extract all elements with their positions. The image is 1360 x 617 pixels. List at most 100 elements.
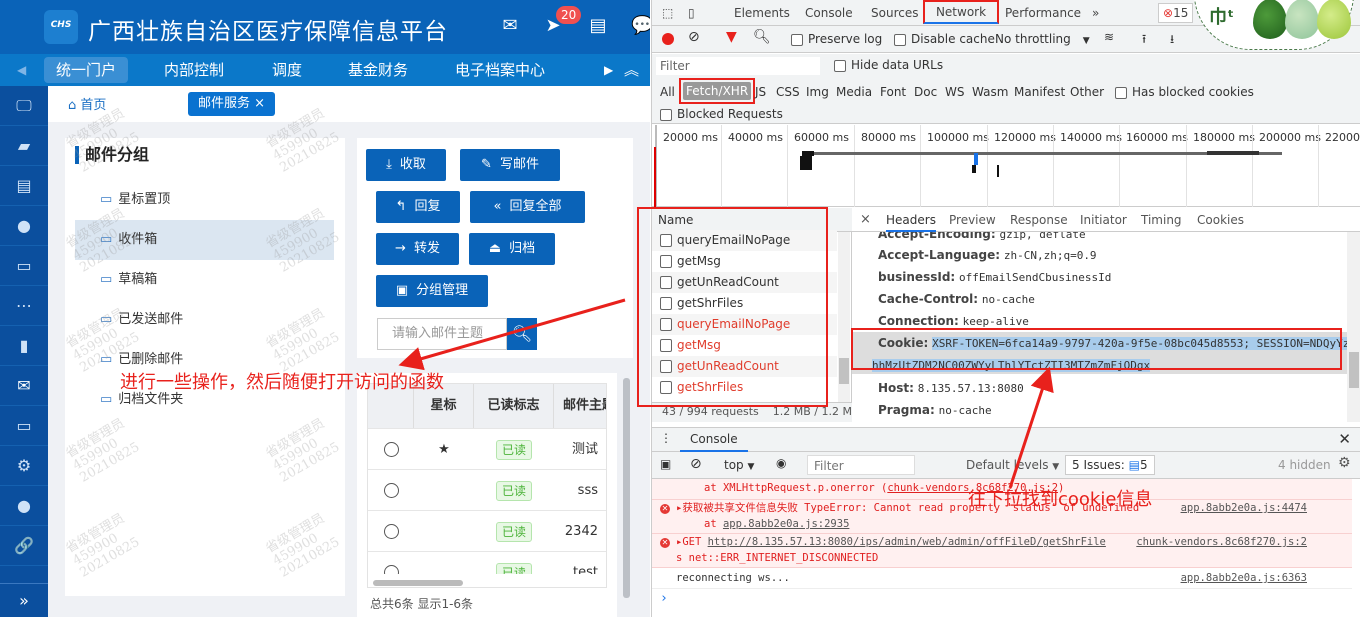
clear-icon[interactable]: ⊘ xyxy=(688,29,700,45)
forward-button[interactable]: → 转发 xyxy=(376,233,459,265)
user-icon[interactable]: ● xyxy=(0,486,48,526)
type-doc[interactable]: Doc xyxy=(914,82,937,102)
star-cell[interactable] xyxy=(414,470,474,511)
nav-item-dispatch[interactable]: 调度 xyxy=(260,57,314,83)
blocked-requests-checkbox[interactable]: Blocked Requests xyxy=(660,104,783,124)
close-drawer-icon[interactable]: ✕ xyxy=(1338,430,1351,448)
console-prompt[interactable]: › xyxy=(652,589,1352,609)
receive-button[interactable]: ⤓ 收取 xyxy=(366,149,446,181)
message-icon[interactable]: ⋯ xyxy=(0,286,48,326)
has-blocked-cookies-checkbox[interactable]: Has blocked cookies xyxy=(1115,82,1254,102)
context-select[interactable]: top ▼ xyxy=(724,458,754,472)
tab-performance[interactable]: Performance xyxy=(1005,0,1081,26)
headers-scrollbar[interactable] xyxy=(1347,232,1360,422)
more-tabs-icon[interactable]: » xyxy=(1092,0,1099,26)
settings-icon[interactable]: ⚙ xyxy=(1338,455,1351,471)
nav-prev-icon[interactable]: ◀ xyxy=(5,57,38,83)
network-conditions-icon[interactable]: ≋ xyxy=(1104,30,1114,44)
table-row[interactable]: 已读 sss xyxy=(368,469,606,511)
mail-icon[interactable]: ✉ xyxy=(0,366,48,406)
console-filter-input[interactable]: Filter xyxy=(807,455,915,475)
mail-icon[interactable]: ✉ xyxy=(499,15,521,37)
subject-search-input[interactable]: 请输入邮件主题 xyxy=(377,318,507,350)
preserve-log-checkbox[interactable]: Preserve log xyxy=(791,32,882,46)
subject-cell[interactable]: 测试 xyxy=(554,429,606,470)
drawer-menu-icon[interactable]: ⋮ xyxy=(660,431,672,445)
subject-cell[interactable]: sss xyxy=(554,470,606,511)
tab-home[interactable]: ⌂ 首页 xyxy=(68,94,106,113)
type-js[interactable]: JS xyxy=(755,82,766,102)
console-error[interactable]: ✕ ▸GET http://8.135.57.13:8080/ips/admin/… xyxy=(652,534,1352,568)
inspect-icon[interactable]: ⬚ xyxy=(662,0,673,26)
type-wasm[interactable]: Wasm xyxy=(972,82,1008,102)
record-button[interactable] xyxy=(662,33,674,45)
tab-elements[interactable]: Elements xyxy=(734,0,790,26)
col-read[interactable]: 已读标志 xyxy=(474,384,554,428)
group-manage-button[interactable]: ▣ 分组管理 xyxy=(376,275,488,307)
table-row[interactable]: 已读 2342 xyxy=(368,510,606,551)
row-radio[interactable] xyxy=(383,524,399,539)
request-list-scrollbar[interactable] xyxy=(838,232,850,408)
folder-inbox[interactable]: ▭ 收件箱 xyxy=(75,220,334,260)
device-toggle-icon[interactable]: ▯ xyxy=(688,0,695,26)
expand-sidebar-icon[interactable]: » xyxy=(0,583,48,617)
folder-icon[interactable]: ▭ xyxy=(0,246,48,286)
collapse-icon[interactable]: ︽ xyxy=(612,57,650,83)
row-radio[interactable] xyxy=(383,483,399,498)
hide-data-urls-checkbox[interactable]: Hide data URLs xyxy=(834,58,943,72)
compose-button[interactable]: ✎ 写邮件 xyxy=(460,149,560,181)
type-manifest[interactable]: Manifest xyxy=(1014,82,1065,102)
export-har-icon[interactable]: ⭳ xyxy=(1170,30,1174,51)
nav-item-archive-center[interactable]: 电子档案中心 xyxy=(443,57,557,83)
tab-response[interactable]: Response xyxy=(1010,208,1068,232)
search-icon[interactable]: 🔍︎ xyxy=(753,29,771,45)
close-detail-icon[interactable]: × xyxy=(860,208,871,232)
star-icon[interactable]: ★ xyxy=(414,429,474,470)
book-icon[interactable]: ▮ xyxy=(0,326,48,366)
error-counter[interactable]: ⊗15 xyxy=(1158,3,1194,23)
settings-icon[interactable]: ⚙ xyxy=(0,446,48,486)
folder-starred[interactable]: ▭ 星标置顶 xyxy=(75,180,334,220)
tab-timing[interactable]: Timing xyxy=(1141,208,1182,232)
sidebar-toggle-icon[interactable]: ▣ xyxy=(660,457,671,471)
type-media[interactable]: Media xyxy=(836,82,872,102)
search-button[interactable]: 🔍︎ xyxy=(507,318,537,350)
folder-icon[interactable]: ▭ xyxy=(0,406,48,446)
import-har-icon[interactable]: ⭱ xyxy=(1142,30,1146,51)
folder-sent[interactable]: ▭ 已发送邮件 xyxy=(75,300,334,340)
type-other[interactable]: Other xyxy=(1070,82,1104,102)
tab-network[interactable]: Network xyxy=(923,0,999,24)
tab-headers[interactable]: Headers xyxy=(886,208,936,232)
archive-button[interactable]: ⏏ 归档 xyxy=(469,233,555,265)
type-img[interactable]: Img xyxy=(806,82,829,102)
close-icon[interactable]: × xyxy=(254,96,265,111)
row-radio[interactable] xyxy=(383,442,399,457)
filter-icon[interactable]: ▼ xyxy=(726,29,737,45)
network-filter-input[interactable]: Filter xyxy=(656,57,820,75)
type-font[interactable]: Font xyxy=(880,82,906,102)
page-scrollbar[interactable] xyxy=(623,378,630,598)
live-expression-icon[interactable]: ◉ xyxy=(776,456,786,470)
reply-all-button[interactable]: «回复全部 xyxy=(470,191,585,223)
col-subject[interactable]: 邮件主题 xyxy=(554,384,606,428)
tab-cookies[interactable]: Cookies xyxy=(1197,208,1244,232)
type-all[interactable]: All xyxy=(660,82,675,102)
tab-preview[interactable]: Preview xyxy=(949,208,996,232)
document-icon[interactable]: ▤ xyxy=(587,15,609,37)
tab-console-drawer[interactable]: Console xyxy=(680,428,748,452)
clear-console-icon[interactable]: ⊘ xyxy=(690,456,702,472)
link-icon[interactable]: 🔗 xyxy=(0,526,48,566)
tab-console[interactable]: Console xyxy=(805,0,853,26)
tab-sources[interactable]: Sources xyxy=(871,0,918,26)
reply-button[interactable]: ↰ 回复 xyxy=(376,191,460,223)
tab-mail-service[interactable]: 邮件服务 × xyxy=(188,92,276,116)
issues-button[interactable]: 5 Issues: ▤5 xyxy=(1065,455,1155,475)
nav-item-finance[interactable]: 基金财务 xyxy=(336,57,420,83)
user-icon[interactable]: ● xyxy=(0,206,48,246)
table-horizontal-scrollbar[interactable] xyxy=(373,580,463,586)
disable-cache-checkbox[interactable]: Disable cache xyxy=(894,32,995,46)
log-levels-select[interactable]: Default levels ▼ xyxy=(966,458,1059,472)
clipboard-icon[interactable]: ▤ xyxy=(0,166,48,206)
table-row[interactable]: ★ 已读 测试 xyxy=(368,428,606,470)
type-css[interactable]: CSS xyxy=(776,82,800,102)
